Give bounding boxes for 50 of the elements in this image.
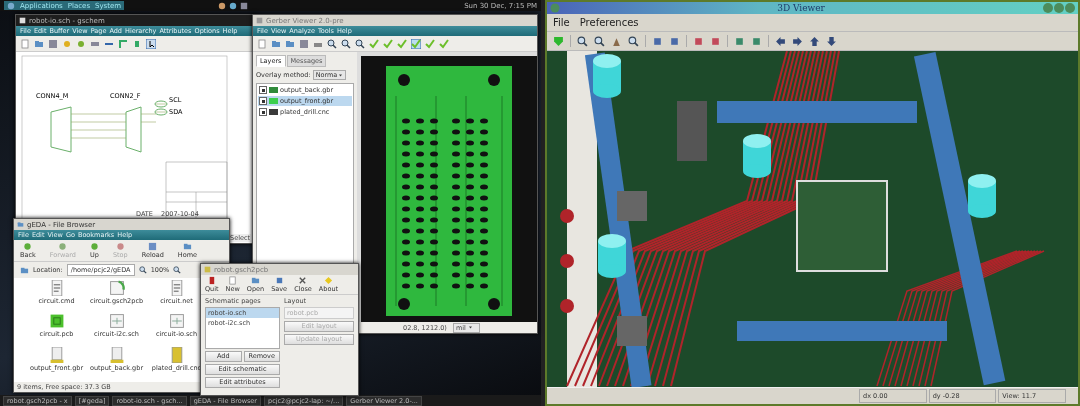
zoom-in-icon[interactable] [577,35,588,47]
down-arrow-icon[interactable] [826,35,837,47]
open-folder-icon[interactable] [34,38,44,49]
window-icon [19,17,26,24]
zoom-in-icon[interactable] [327,38,337,49]
schematic-file-icon[interactable] [108,313,125,330]
caret-icon [467,325,473,330]
close-button[interactable] [1065,3,1075,13]
zoom-out-icon[interactable] [341,38,351,49]
document-file-icon[interactable] [108,346,125,363]
checkmark-icon[interactable] [397,38,407,49]
close-icon [298,276,308,285]
open-folder-icon[interactable] [271,38,281,49]
zoom-out-icon[interactable] [138,266,147,274]
menu-item[interactable]: File [553,17,570,28]
minimize-button[interactable] [1043,3,1053,13]
board-file-icon[interactable] [48,313,65,330]
folder-icon [20,265,29,275]
new-page-icon[interactable] [20,38,30,49]
folder-icon [17,221,24,228]
document-file-icon[interactable] [48,346,65,363]
checkmark-icon[interactable] [425,38,435,49]
new-page-icon [228,276,238,285]
window-title: 3D Viewer [776,3,826,13]
window-icon [256,17,263,24]
zoom-in-icon[interactable] [173,266,182,274]
zoom-fit-icon[interactable] [628,35,639,47]
checkmark-icon[interactable] [411,38,421,49]
layer-checkbox[interactable] [259,86,267,94]
checkmark-icon[interactable] [369,38,379,49]
zoom-out-icon[interactable] [594,35,605,47]
left-arrow-icon[interactable] [775,35,786,47]
shield-down-icon[interactable] [553,35,564,47]
bus-icon[interactable] [118,38,128,49]
caret-icon [338,72,344,78]
pointer-icon[interactable] [146,38,156,49]
new-page-icon[interactable] [257,38,267,49]
checkmark-icon[interactable] [383,38,393,49]
open-folder-icon [250,276,260,285]
maximize-button[interactable] [1054,3,1064,13]
folder-icon[interactable] [285,38,295,49]
zoom-fit-icon[interactable] [355,38,365,49]
right-arrow-icon[interactable] [792,35,803,47]
schematic-file-icon[interactable] [108,280,125,296]
menu-item[interactable]: Preferences [579,17,639,28]
layer-checkbox[interactable] [259,97,267,105]
checkmark-icon[interactable] [439,38,449,49]
layer-checkbox[interactable] [259,108,267,116]
window-icon [204,266,211,273]
schematic-file-icon[interactable] [168,313,185,330]
